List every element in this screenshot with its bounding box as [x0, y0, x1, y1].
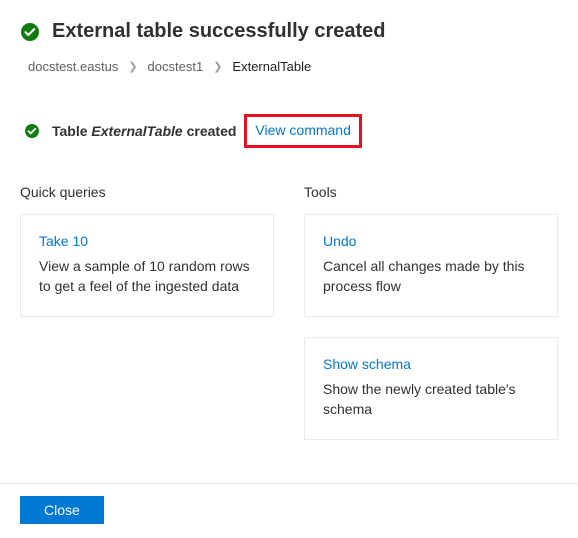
card-title: Show schema [323, 356, 539, 372]
status-table-name: ExternalTable [91, 123, 182, 139]
close-button[interactable]: Close [20, 496, 104, 524]
status-suffix: created [183, 123, 237, 139]
card-take-10[interactable]: Take 10 View a sample of 10 random rows … [20, 214, 274, 317]
card-undo[interactable]: Undo Cancel all changes made by this pro… [304, 214, 558, 317]
breadcrumb-item[interactable]: docstest.eastus [28, 59, 118, 74]
status-row: Table ExternalTable created View command [24, 114, 558, 148]
card-desc: Show the newly created table's schema [323, 380, 539, 419]
success-check-icon [24, 123, 40, 139]
chevron-right-icon: ❯ [128, 60, 137, 73]
chevron-right-icon: ❯ [213, 60, 222, 73]
tools-title: Tools [304, 184, 558, 200]
view-command-link[interactable]: View command [255, 122, 350, 138]
page-title: External table successfully created [52, 20, 386, 43]
status-text: Table ExternalTable created [52, 123, 236, 139]
card-title: Take 10 [39, 233, 255, 249]
card-title: Undo [323, 233, 539, 249]
card-show-schema[interactable]: Show schema Show the newly created table… [304, 337, 558, 440]
card-desc: View a sample of 10 random rows to get a… [39, 257, 255, 296]
breadcrumb-item[interactable]: docstest1 [148, 59, 204, 74]
page-header: External table successfully created [20, 20, 558, 43]
quick-queries-column: Quick queries Take 10 View a sample of 1… [20, 184, 274, 337]
status-prefix: Table [52, 123, 91, 139]
quick-queries-title: Quick queries [20, 184, 274, 200]
footer-bar: Close [0, 483, 578, 538]
breadcrumb-item-current: ExternalTable [232, 59, 311, 74]
breadcrumb: docstest.eastus ❯ docstest1 ❯ ExternalTa… [28, 59, 558, 74]
success-check-icon [20, 22, 40, 42]
highlight-box: View command [244, 114, 361, 148]
tools-column: Tools Undo Cancel all changes made by th… [304, 184, 558, 460]
content-columns: Quick queries Take 10 View a sample of 1… [20, 184, 558, 460]
card-desc: Cancel all changes made by this process … [323, 257, 539, 296]
